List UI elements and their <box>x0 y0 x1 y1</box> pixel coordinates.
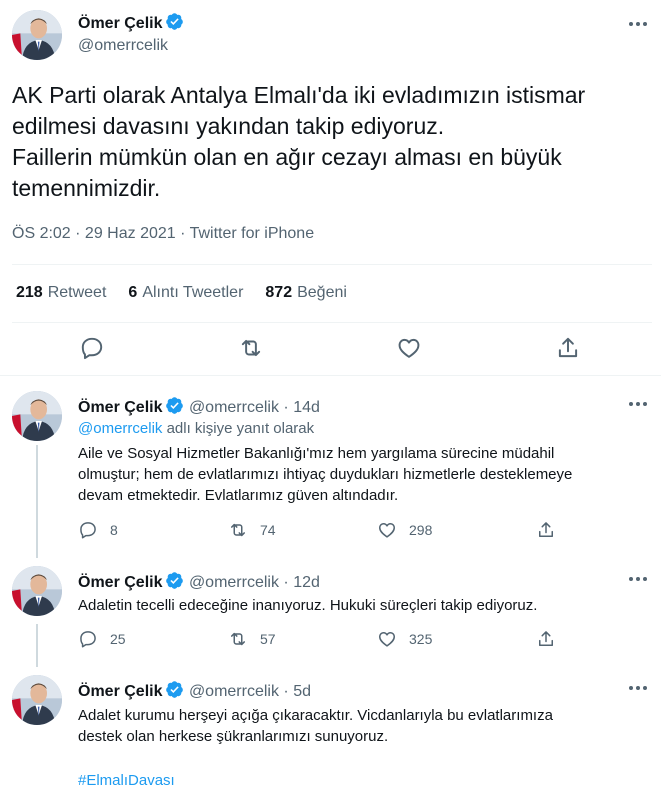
tweet-line: destek olan herkese şükranlarımızı sunuy… <box>78 728 389 745</box>
tweet-age[interactable]: · 14d <box>283 399 319 416</box>
reply-header: Ömer Çelik @omerrcelik · 5d <box>78 680 311 701</box>
like-label: Beğeni <box>297 284 347 301</box>
tweet-line: Aile ve Sosyal Hizmetler Bakanlığı'mız h… <box>78 445 555 462</box>
retweet-button[interactable]: 74 <box>228 520 276 540</box>
author-name[interactable]: Ömer Çelik <box>78 683 162 700</box>
tweet-timestamp[interactable]: ÖS 2:02 · 29 Haz 2021 · Twitter for iPho… <box>12 225 314 243</box>
author-name[interactable]: Ömer Çelik <box>78 574 162 591</box>
author-handle[interactable]: @omerrcelik <box>189 399 279 416</box>
reply-text: Adalet kurumu herşeyi açığa çıkaracaktır… <box>78 705 643 747</box>
retweet-button[interactable]: 57 <box>228 629 276 649</box>
more-options-icon[interactable] <box>626 569 650 589</box>
like-icon[interactable] <box>396 335 422 361</box>
retweet-stat[interactable]: 218 Retweet <box>16 284 106 302</box>
verified-badge-icon <box>165 680 184 699</box>
tweet-age[interactable]: · 12d <box>283 574 319 591</box>
reply-button[interactable]: 25 <box>78 629 126 649</box>
author-handle[interactable]: @omerrcelik <box>189 574 279 591</box>
like-icon <box>377 629 397 649</box>
hashtag-link[interactable]: #ElmalıDavası <box>78 770 643 791</box>
share-icon <box>536 520 556 540</box>
tweet-line: temennimizdir. <box>12 175 161 201</box>
retweet-count: 218 <box>16 284 43 301</box>
reply-action-bar: 8 74 298 <box>78 520 568 542</box>
share-icon <box>536 629 556 649</box>
reply-to-text: adlı kişiye yanıt olarak <box>166 420 315 437</box>
reply-icon <box>78 629 98 649</box>
more-options-icon[interactable] <box>626 394 650 414</box>
retweet-label: Retweet <box>47 284 107 301</box>
verified-badge-icon <box>165 571 184 590</box>
verified-badge-icon <box>165 396 184 415</box>
tweet-line: AK Parti olarak Antalya Elmalı'da iki ev… <box>12 82 586 108</box>
main-author-name[interactable]: Ömer Çelik <box>78 12 184 33</box>
reply-header: Ömer Çelik @omerrcelik · 12d <box>78 571 320 592</box>
reply-tweet[interactable]: Ömer Çelik @omerrcelik · 5d Adalet kurum… <box>0 675 661 801</box>
reply-icon[interactable] <box>79 335 105 361</box>
like-stat[interactable]: 872 Beğeni <box>265 284 347 302</box>
like-count: 298 <box>409 522 433 538</box>
retweet-count: 57 <box>260 631 276 647</box>
reply-button[interactable]: 8 <box>78 520 118 540</box>
author-handle[interactable]: @omerrcelik <box>189 683 279 700</box>
main-tweet-text: AK Parti olarak Antalya Elmalı'da iki ev… <box>12 80 652 204</box>
like-button[interactable]: 325 <box>377 629 432 649</box>
tweet-line: Adaletin tecelli edeceğine inanıyoruz. H… <box>78 597 538 614</box>
divider <box>0 375 661 376</box>
retweet-count: 74 <box>260 522 276 538</box>
reply-action-bar: 25 57 325 <box>78 629 568 651</box>
reply-text: Adaletin tecelli edeceğine inanıyoruz. H… <box>78 595 643 616</box>
like-button[interactable]: 298 <box>377 520 432 540</box>
like-count: 872 <box>265 284 293 301</box>
reply-icon <box>78 520 98 540</box>
author-name: Ömer Çelik <box>78 15 163 32</box>
like-count: 325 <box>409 631 433 647</box>
reply-avatar[interactable] <box>12 675 62 725</box>
share-button[interactable] <box>536 629 556 649</box>
tweet-line: devam etmektedir. Evlatlarımız güven alt… <box>78 487 399 504</box>
engagement-stats: 218 Retweet 6 Alıntı Tweetler 872 Beğeni <box>16 284 347 302</box>
divider <box>12 264 652 265</box>
more-options-icon[interactable] <box>626 14 650 34</box>
more-options-icon[interactable] <box>626 678 650 698</box>
share-button[interactable] <box>536 520 556 540</box>
divider <box>12 322 652 323</box>
reply-tweet[interactable]: Ömer Çelik @omerrcelik · 12d Adaletin te… <box>0 566 661 666</box>
tweet-line: olmuştur; hem de evlatlarımızı ihtiyaç d… <box>78 466 573 483</box>
like-icon <box>377 520 397 540</box>
share-icon[interactable] <box>555 335 581 361</box>
tweet-line: edilmesi davasını yakından takip ediyoru… <box>12 113 445 139</box>
reply-header: Ömer Çelik @omerrcelik · 14d <box>78 396 320 417</box>
reply-text: Aile ve Sosyal Hizmetler Bakanlığı'mız h… <box>78 443 643 506</box>
tweet-age[interactable]: · 5d <box>283 683 311 700</box>
main-avatar[interactable] <box>12 10 62 60</box>
main-author-handle[interactable]: @omerrcelik <box>78 37 168 55</box>
quote-stat[interactable]: 6 Alıntı Tweetler <box>128 284 243 302</box>
quote-label: Alıntı Tweetler <box>142 284 244 301</box>
quote-count: 6 <box>128 284 138 301</box>
reply-count: 25 <box>110 631 126 647</box>
retweet-icon[interactable] <box>238 335 264 361</box>
reply-count: 8 <box>110 522 118 538</box>
reply-avatar[interactable] <box>12 391 62 441</box>
reply-tweet[interactable]: Ömer Çelik @omerrcelik · 14d @omerrcelik… <box>0 391 661 551</box>
reply-context: @omerrcelik adlı kişiye yanıt olarak <box>78 418 643 439</box>
verified-badge-icon <box>165 12 184 31</box>
retweet-icon <box>228 520 248 540</box>
main-action-bar <box>0 335 661 365</box>
author-name[interactable]: Ömer Çelik <box>78 399 162 416</box>
retweet-icon <box>228 629 248 649</box>
tweet-line: Faillerin mümkün olan en ağır cezayı alm… <box>12 144 562 170</box>
reply-to-handle[interactable]: @omerrcelik <box>78 420 162 437</box>
reply-avatar[interactable] <box>12 566 62 616</box>
tweet-line: Adalet kurumu herşeyi açığa çıkaracaktır… <box>78 707 553 724</box>
